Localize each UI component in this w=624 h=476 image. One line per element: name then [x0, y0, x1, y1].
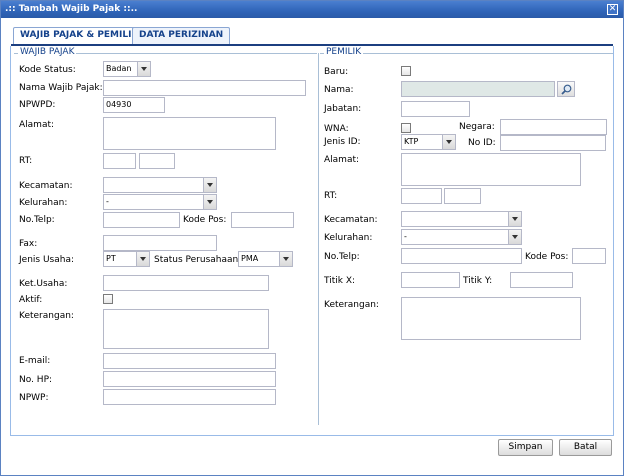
chevron-down-icon[interactable]: [137, 62, 150, 76]
alamat-pemilik-label: Alamat:: [324, 155, 360, 165]
rt-pemilik-label: RT:: [324, 191, 338, 201]
nama-wp-label: Nama Wajib Pajak:: [19, 83, 103, 93]
email-label: E-mail:: [19, 356, 51, 366]
jenis-usaha-value: PT: [106, 254, 116, 263]
baru-checkbox[interactable]: [401, 66, 411, 76]
alamat-wp-label: Alamat:: [19, 120, 55, 130]
chevron-down-icon[interactable]: [279, 252, 292, 266]
kelurahan-wp-label: Kelurahan:: [19, 198, 68, 208]
no-id-label: No ID:: [468, 138, 496, 148]
kecamatan-wp-select[interactable]: [103, 177, 217, 193]
titik-y-input[interactable]: [510, 272, 573, 288]
nama-wp-input[interactable]: [103, 80, 306, 96]
tab-wajib-pajak-pemilik[interactable]: WAJIB PAJAK & PEMILIK: [13, 27, 146, 45]
kecamatan-pemilik-label: Kecamatan:: [324, 215, 378, 225]
npwpd-input[interactable]: 04930: [103, 97, 165, 113]
pemilik-group-top-border: [320, 53, 613, 54]
jenis-usaha-select[interactable]: PT: [103, 251, 150, 267]
dialog-window: .:: Tambah Wajib Pajak ::.. ✕ WAJIB PAJA…: [0, 0, 624, 476]
aktif-label: Aktif:: [19, 295, 43, 305]
chevron-down-icon[interactable]: [508, 230, 521, 244]
status-perusahaan-value: PMA: [241, 254, 259, 263]
ket-usaha-label: Ket.Usaha:: [19, 279, 68, 289]
save-button[interactable]: Simpan: [498, 439, 553, 456]
kode-status-label: Kode Status:: [19, 65, 76, 75]
baru-label: Baru:: [324, 67, 349, 77]
npwp-input[interactable]: [103, 389, 276, 405]
aktif-checkbox[interactable]: [103, 294, 113, 304]
fax-input[interactable]: [103, 235, 217, 251]
wna-checkbox[interactable]: [401, 123, 411, 133]
close-icon[interactable]: ✕: [607, 4, 618, 15]
nama-pemilik-input[interactable]: [401, 81, 555, 97]
hp-label: No. HP:: [19, 375, 53, 385]
kelurahan-wp-value: -: [106, 197, 109, 206]
keterangan-wp-label: Keterangan:: [19, 311, 74, 321]
keterangan-pemilik-textarea[interactable]: [401, 297, 581, 340]
telp-wp-label: No.Telp:: [19, 215, 55, 225]
chevron-down-icon[interactable]: [136, 252, 149, 266]
alamat-pemilik-textarea[interactable]: [401, 153, 581, 186]
fax-label: Fax:: [19, 239, 38, 249]
telp-wp-input[interactable]: [103, 212, 180, 228]
alamat-wp-textarea[interactable]: [103, 117, 276, 150]
tab-data-perizinan[interactable]: DATA PERIZINAN: [132, 27, 231, 44]
jenis-id-select[interactable]: KTP: [401, 134, 456, 150]
kodepos-pemilik-label: Kode Pos:: [525, 252, 569, 262]
rt-pemilik-input[interactable]: [401, 188, 442, 204]
jenis-id-label: Jenis ID:: [324, 137, 361, 147]
rw-wp-input[interactable]: [139, 153, 175, 169]
chevron-down-icon[interactable]: [508, 212, 521, 226]
chevron-down-icon[interactable]: [203, 178, 216, 192]
jenis-id-value: KTP: [404, 137, 419, 146]
telp-pemilik-input[interactable]: [401, 248, 522, 264]
email-input[interactable]: [103, 353, 276, 369]
kodepos-wp-label: Kode Pos:: [183, 215, 227, 225]
kecamatan-pemilik-select[interactable]: [401, 211, 522, 227]
rw-pemilik-input[interactable]: [444, 188, 481, 204]
kelurahan-wp-select[interactable]: -: [103, 194, 217, 210]
wp-legend: WAJIB PAJAK: [18, 47, 77, 57]
status-perusahaan-label: Status Perusahaan:: [154, 255, 242, 265]
kelurahan-pemilik-label: Kelurahan:: [324, 233, 373, 243]
pemilik-legend: PEMILIK: [324, 47, 364, 57]
kode-status-select[interactable]: Badan: [103, 61, 151, 77]
negara-input[interactable]: [500, 119, 607, 135]
negara-label: Negara:: [459, 122, 495, 132]
kodepos-pemilik-input[interactable]: [572, 248, 606, 264]
titik-x-input[interactable]: [401, 272, 460, 288]
kelurahan-pemilik-value: -: [404, 232, 407, 241]
ket-usaha-input[interactable]: [103, 275, 269, 291]
cancel-button[interactable]: Batal: [559, 439, 612, 456]
nama-pemilik-label: Nama:: [324, 85, 354, 95]
kecamatan-wp-label: Kecamatan:: [19, 181, 73, 191]
titik-x-label: Titik X:: [324, 276, 356, 286]
tab-panel: [10, 46, 614, 436]
hp-input[interactable]: [103, 371, 276, 387]
npwpd-label: NPWPD:: [19, 100, 56, 110]
jabatan-input[interactable]: [401, 101, 470, 117]
npwp-label: NPWP:: [19, 393, 49, 403]
rt-wp-label: RT:: [19, 156, 33, 166]
kelurahan-pemilik-select[interactable]: -: [401, 229, 522, 245]
jabatan-label: Jabatan:: [324, 104, 362, 114]
chevron-down-icon[interactable]: [203, 195, 216, 209]
no-id-input[interactable]: [500, 135, 606, 151]
group-divider: [318, 53, 319, 425]
kodepos-wp-input[interactable]: [231, 212, 294, 228]
wna-label: WNA:: [324, 124, 349, 134]
search-icon[interactable]: [557, 81, 575, 97]
status-perusahaan-select[interactable]: PMA: [238, 251, 293, 267]
keterangan-pemilik-label: Keterangan:: [324, 300, 379, 310]
title-bar[interactable]: .:: Tambah Wajib Pajak ::.. ✕: [1, 1, 623, 18]
jenis-usaha-label: Jenis Usaha:: [19, 255, 74, 265]
rt-wp-input[interactable]: [103, 153, 136, 169]
keterangan-wp-textarea[interactable]: [103, 309, 269, 349]
window-title: .:: Tambah Wajib Pajak ::..: [5, 4, 138, 14]
titik-y-label: Titik Y:: [463, 276, 493, 286]
telp-pemilik-label: No.Telp:: [324, 252, 360, 262]
chevron-down-icon[interactable]: [442, 135, 455, 149]
kode-status-value: Badan: [106, 64, 132, 73]
